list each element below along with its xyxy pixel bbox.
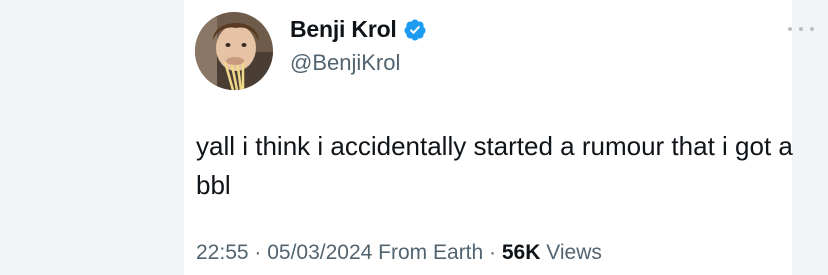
avatar[interactable] bbox=[195, 12, 273, 90]
tweet-source: From Earth bbox=[372, 241, 484, 264]
tweet-time[interactable]: 22:55 bbox=[196, 241, 249, 264]
more-options-icon[interactable] bbox=[788, 24, 814, 34]
tweet-text: yall i think i accidentally started a ru… bbox=[196, 131, 793, 200]
tweet-date[interactable]: 05/03/2024 bbox=[267, 241, 372, 264]
views-label: Views bbox=[540, 241, 602, 264]
tweet-meta-row: 22:55 · 05/03/2024 From Earth · 56K View… bbox=[196, 241, 602, 265]
author-display-name[interactable]: Benji Krol bbox=[290, 16, 397, 43]
more-dot bbox=[788, 27, 792, 31]
more-dot bbox=[799, 27, 803, 31]
more-dot bbox=[810, 27, 814, 31]
left-margin-panel bbox=[0, 0, 184, 275]
verified-badge-icon bbox=[404, 19, 426, 40]
meta-separator: · bbox=[483, 241, 502, 264]
profile-photo-icon bbox=[195, 12, 273, 90]
author-name-row[interactable]: Benji Krol bbox=[290, 16, 427, 43]
views-count[interactable]: 56K bbox=[502, 241, 541, 264]
author-handle[interactable]: @BenjiKrol bbox=[290, 50, 400, 76]
right-margin-panel bbox=[792, 0, 828, 275]
meta-separator: · bbox=[248, 241, 268, 264]
